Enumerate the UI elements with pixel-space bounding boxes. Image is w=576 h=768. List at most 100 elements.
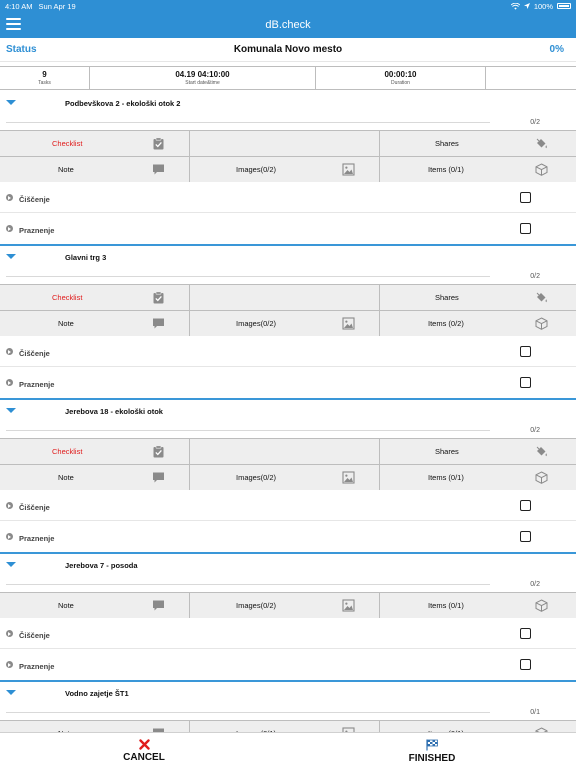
media-row: Note Images(0/2) Items (0/1) [0, 464, 576, 490]
items-button[interactable]: Items (0/1) [380, 465, 576, 490]
task-checkbox[interactable] [520, 659, 531, 670]
checklist-button[interactable]: Checklist [0, 285, 190, 310]
group-header[interactable]: Jerebova 7 - posoda 0/2 [0, 554, 576, 592]
group-divider [6, 430, 490, 431]
chevron-right-icon [6, 225, 13, 232]
images-button[interactable]: Images(0/2) [190, 465, 380, 490]
images-button[interactable]: Images(0/2) [190, 311, 380, 336]
task-row[interactable]: Praznenje [0, 649, 576, 680]
task-checkbox[interactable] [520, 628, 531, 639]
task-checkbox[interactable] [520, 192, 531, 203]
location-list: Podbevškova 2 - ekološki otok 2 0/2 Checkl… [0, 92, 576, 732]
task-row[interactable]: Čiščenje [0, 182, 576, 213]
checklist-row: Checklist Shares [0, 284, 576, 310]
chevron-right-icon [6, 533, 13, 540]
note-button[interactable]: Note [0, 465, 190, 490]
empty-cell [190, 131, 380, 156]
images-button[interactable]: Images(0/1) [190, 721, 380, 732]
status-label[interactable]: Status [6, 44, 37, 55]
note-button[interactable]: Note [0, 311, 190, 336]
task-row[interactable]: Čiščenje [0, 336, 576, 367]
items-button[interactable]: Items (0/2) [380, 311, 576, 336]
shares-button[interactable]: Shares [380, 131, 576, 156]
location-group: Vodno zajetje ŠT1 0/1 NoteImages(0/1)Items… [0, 680, 576, 732]
note-button[interactable]: Note [0, 593, 190, 618]
task-checkbox[interactable] [520, 500, 531, 511]
checklist-button[interactable]: Checklist [0, 131, 190, 156]
finished-button[interactable]: FINISHED [392, 733, 472, 768]
chevron-right-icon [6, 630, 13, 637]
bottom-bar: CANCEL FINISHED [0, 732, 576, 768]
expand-triangle-icon[interactable] [6, 690, 16, 695]
shares-button[interactable]: Shares [380, 439, 576, 464]
task-checkbox[interactable] [520, 346, 531, 357]
group-header[interactable]: Jerebova 18 - ekološki otok 0/2 [0, 400, 576, 438]
menu-icon[interactable] [6, 18, 21, 30]
images-button[interactable]: Images(0/2) [190, 593, 380, 618]
task-row[interactable]: Čiščenje [0, 490, 576, 521]
wifi-icon [510, 2, 520, 10]
start-label: Start date&time [185, 79, 220, 86]
images-button-label: Images(0/2) [236, 165, 277, 174]
cancel-label: CANCEL [123, 752, 165, 763]
checklist-button-label: Checklist [52, 447, 83, 456]
battery-percent: 100% [533, 1, 553, 11]
note-button[interactable]: Note [0, 157, 190, 182]
location-group: Jerebova 18 - ekološki otok 0/2 Checklist S… [0, 398, 576, 552]
paint-bucket-icon [536, 446, 547, 457]
group-count: 0/2 [530, 427, 540, 434]
cube-icon [535, 317, 548, 330]
note-button[interactable]: Note [0, 721, 190, 732]
images-button-label: Images(0/2) [236, 601, 277, 610]
expand-triangle-icon[interactable] [6, 408, 16, 413]
group-divider [6, 712, 490, 713]
items-button[interactable]: Items (0/1) [380, 721, 576, 732]
expand-triangle-icon[interactable] [6, 254, 16, 259]
checklist-button[interactable]: Checklist [0, 439, 190, 464]
task-row[interactable]: Čiščenje [0, 618, 576, 649]
empty-cell [190, 439, 380, 464]
group-header[interactable]: Vodno zajetje ŠT1 0/1 [0, 682, 576, 720]
expand-triangle-icon[interactable] [6, 562, 16, 567]
summary-empty [486, 67, 576, 89]
task-checkbox[interactable] [520, 223, 531, 234]
image-icon [342, 317, 355, 330]
chevron-right-icon [6, 661, 13, 668]
duration-value: 00:00:10 [384, 69, 417, 79]
note-button-label: Note [58, 319, 74, 328]
cancel-button[interactable]: CANCEL [104, 733, 184, 768]
media-row: Note Images(0/2) Items (0/1) [0, 156, 576, 182]
images-button[interactable]: Images(0/2) [190, 157, 380, 182]
duration-label: Duration [391, 79, 410, 86]
task-row[interactable]: Praznenje [0, 521, 576, 552]
group-header[interactable]: Glavni trg 3 0/2 [0, 246, 576, 284]
cube-icon [535, 599, 548, 612]
header-row: Status Komunala Novo mesto 0% [0, 38, 576, 62]
items-button-label: Items (0/1) [428, 473, 464, 482]
location-group: Jerebova 7 - posoda 0/2 Note Images(0/2) Ite… [0, 552, 576, 680]
shares-button-label: Shares [435, 447, 459, 456]
items-button[interactable]: Items (0/1) [380, 593, 576, 618]
location-group: Glavni trg 3 0/2 Checklist Shares Note Images… [0, 244, 576, 398]
paint-bucket-icon [536, 138, 547, 149]
speech-bubble-icon [153, 318, 164, 329]
image-icon [342, 471, 355, 484]
items-button[interactable]: Items (0/1) [380, 157, 576, 182]
task-row[interactable]: Praznenje [0, 213, 576, 244]
expand-triangle-icon[interactable] [6, 100, 16, 105]
task-checkbox[interactable] [520, 531, 531, 542]
group-header[interactable]: Podbevškova 2 - ekološki otok 2 0/2 [0, 92, 576, 130]
task-row[interactable]: Praznenje [0, 367, 576, 398]
shares-button[interactable]: Shares [380, 285, 576, 310]
location-group: Podbevškova 2 - ekološki otok 2 0/2 Checkl… [0, 92, 576, 244]
items-button-label: Items (0/1) [428, 601, 464, 610]
nav-bar: dB.check [0, 12, 576, 38]
battery-icon [557, 3, 571, 9]
checklist-button-label: Checklist [52, 139, 83, 148]
note-button-label: Note [58, 601, 74, 610]
task-checkbox[interactable] [520, 377, 531, 388]
task-label: Praznenje [19, 226, 55, 235]
group-divider [6, 276, 490, 277]
group-title: Podbevškova 2 - ekološki otok 2 [65, 99, 181, 108]
task-label: Čiščenje [19, 503, 50, 512]
